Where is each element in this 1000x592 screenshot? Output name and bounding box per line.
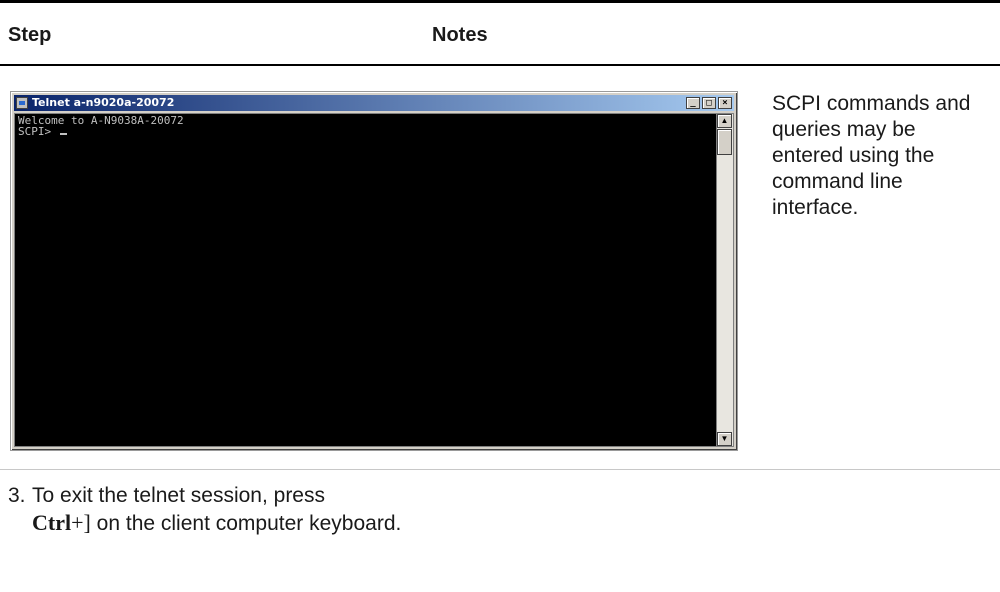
telnet-console[interactable]: Welcome to A-N9038A-20072 SCPI> ▲ ▼ xyxy=(14,113,734,447)
header-notes: Notes xyxy=(432,24,488,46)
note-scpi: SCPI commands and queries may be entered… xyxy=(772,92,971,219)
header-step: Step xyxy=(8,24,52,46)
minimize-button[interactable]: _ xyxy=(686,97,700,109)
step-3-text-after: on the client computer keyboard. xyxy=(96,512,402,535)
scroll-down-button[interactable]: ▼ xyxy=(717,432,732,446)
telnet-window-screenshot: Telnet a-n9020a-20072 _ □ × Welcome to A… xyxy=(10,91,738,451)
console-output: Welcome to A-N9038A-20072 SCPI> xyxy=(18,115,184,137)
maximize-button[interactable]: □ xyxy=(702,97,716,109)
close-button[interactable]: × xyxy=(718,97,732,109)
table-header-rule xyxy=(0,64,1000,66)
step-number: 3. xyxy=(8,484,26,507)
telnet-title-bar: Telnet a-n9020a-20072 _ □ × xyxy=(14,95,734,111)
scroll-up-button[interactable]: ▲ xyxy=(717,114,732,128)
console-cursor xyxy=(59,133,67,135)
row-divider xyxy=(0,469,1000,470)
step-3-text-before: To exit the telnet session, press xyxy=(32,484,325,507)
console-prompt: SCPI> xyxy=(18,125,58,138)
key-bracket: +] xyxy=(71,510,91,535)
step-3-text: To exit the telnet session, press Ctrl+]… xyxy=(32,482,412,537)
console-scrollbar[interactable]: ▲ ▼ xyxy=(716,114,733,446)
telnet-app-icon xyxy=(16,97,28,109)
key-ctrl: Ctrl xyxy=(32,510,72,535)
scroll-thumb[interactable] xyxy=(717,129,732,155)
table-header-row: Step Notes xyxy=(0,3,1000,65)
window-controls: _ □ × xyxy=(686,97,732,110)
telnet-title: Telnet a-n9020a-20072 xyxy=(32,96,175,109)
